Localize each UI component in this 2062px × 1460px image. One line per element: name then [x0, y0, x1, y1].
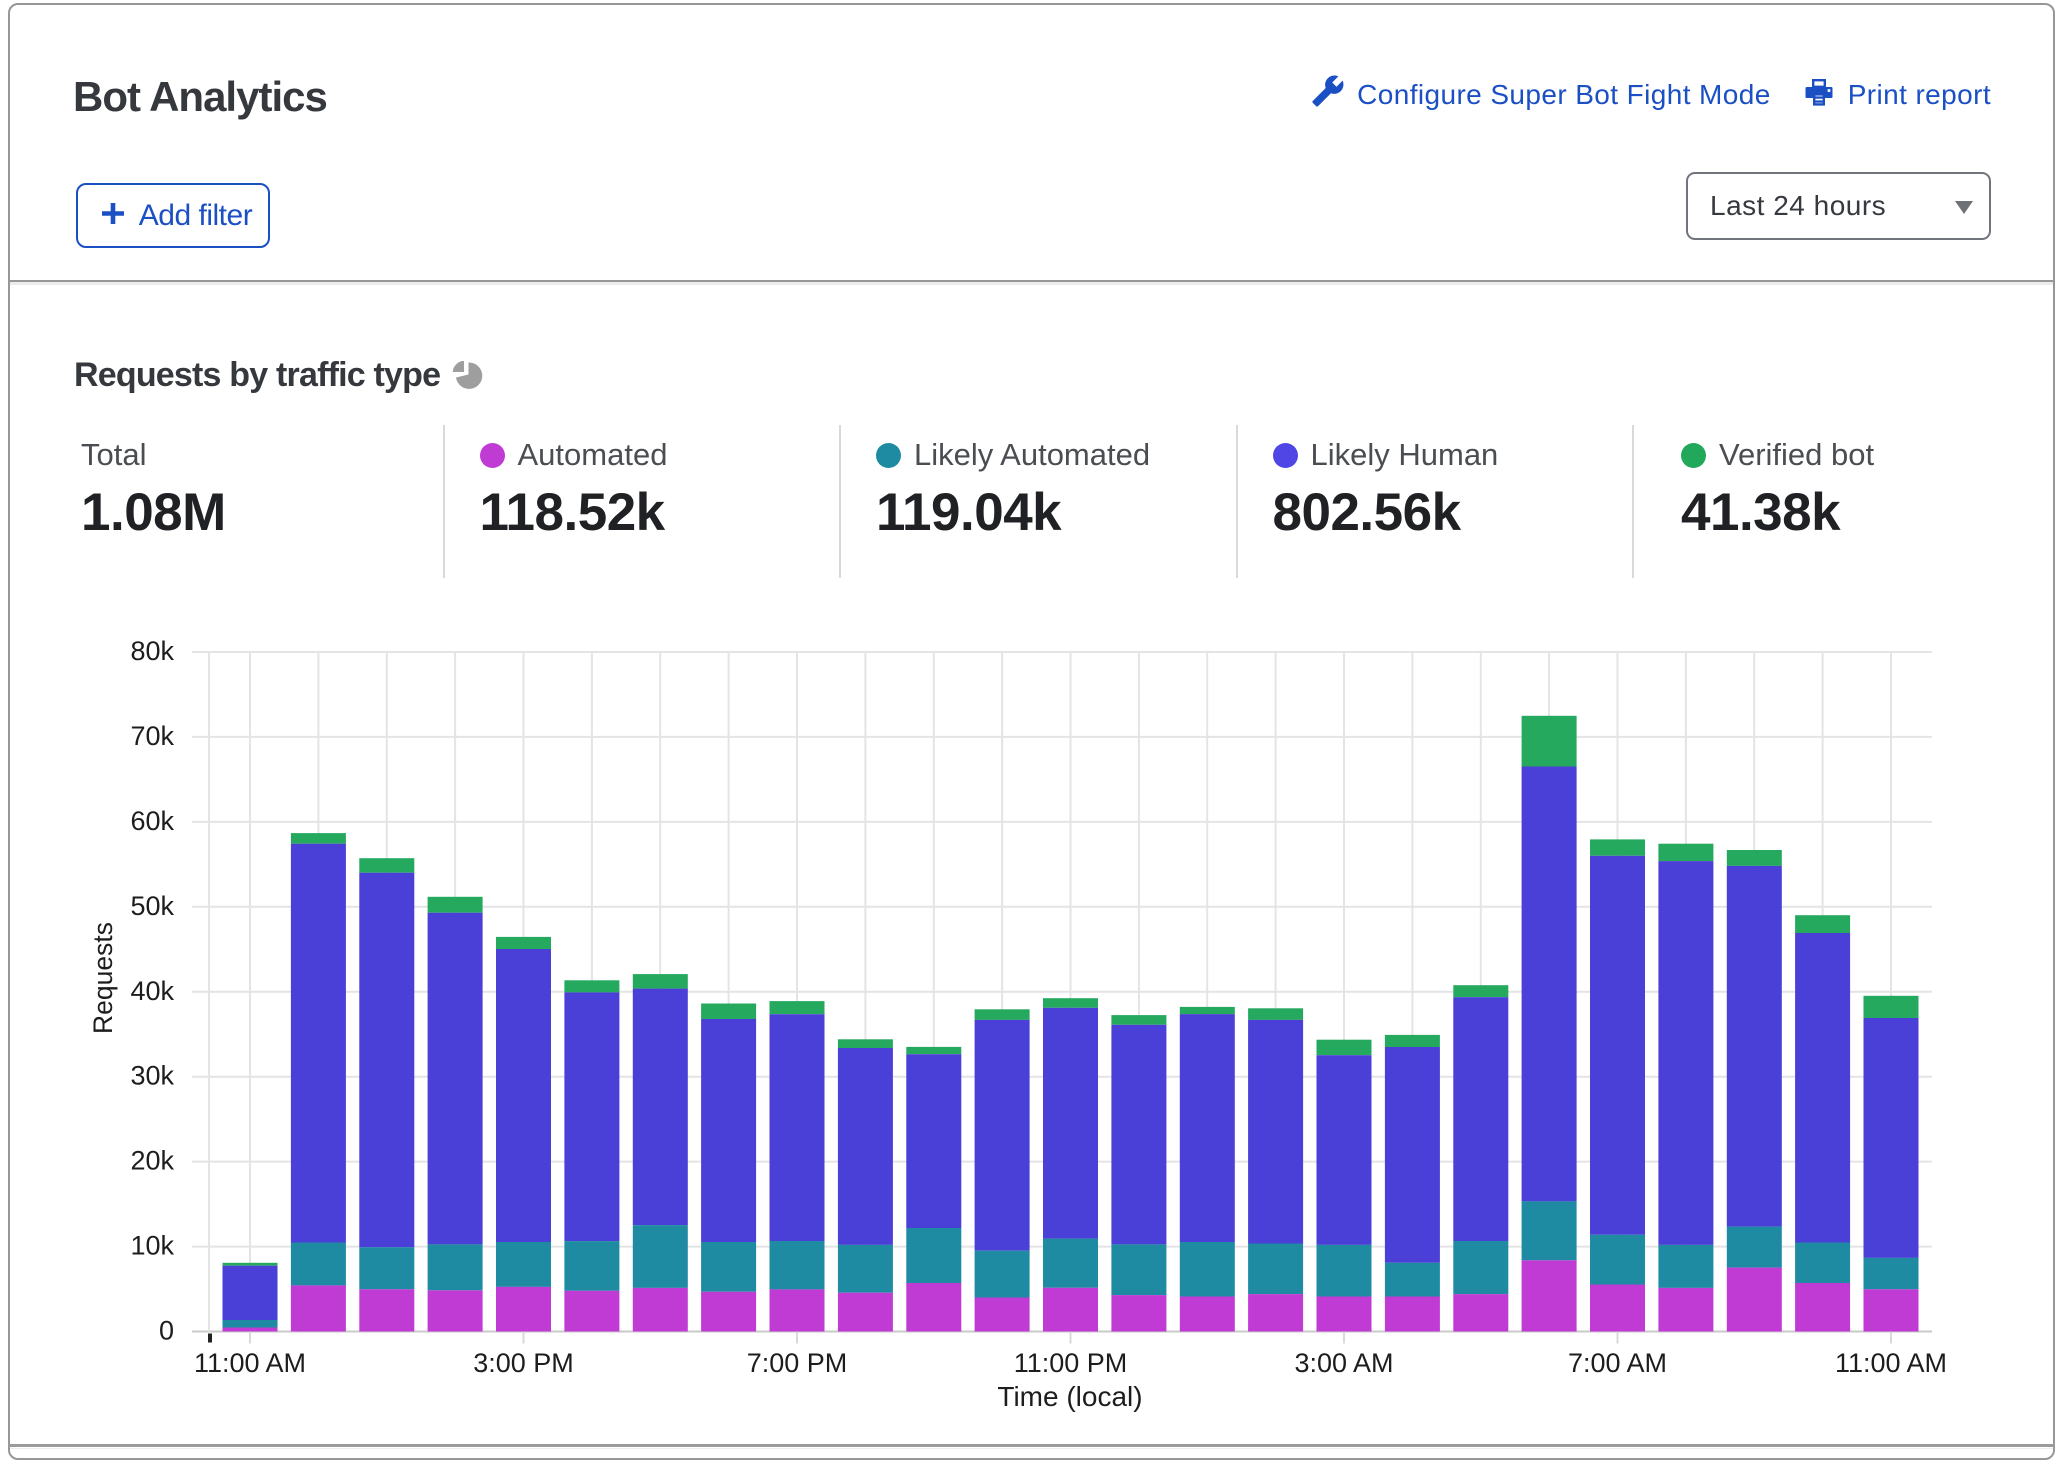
- svg-text:3:00 AM: 3:00 AM: [1294, 1348, 1393, 1378]
- svg-text:3:00 PM: 3:00 PM: [473, 1348, 574, 1378]
- svg-text:20k: 20k: [130, 1146, 174, 1176]
- svg-text:7:00 AM: 7:00 AM: [1568, 1348, 1667, 1378]
- svg-text:Requests: Requests: [88, 922, 118, 1034]
- svg-text:11:00 AM: 11:00 AM: [194, 1348, 306, 1378]
- svg-text:11:00 AM: 11:00 AM: [1835, 1348, 1947, 1378]
- svg-text:7:00 PM: 7:00 PM: [747, 1348, 848, 1378]
- svg-text:0: 0: [159, 1316, 174, 1346]
- svg-text:10k: 10k: [130, 1231, 174, 1261]
- svg-text:30k: 30k: [130, 1061, 174, 1091]
- svg-text:11:00 PM: 11:00 PM: [1014, 1348, 1128, 1378]
- svg-text:60k: 60k: [130, 806, 174, 836]
- svg-text:70k: 70k: [130, 721, 174, 751]
- svg-text:50k: 50k: [130, 891, 174, 921]
- svg-text:40k: 40k: [130, 976, 174, 1006]
- svg-text:80k: 80k: [130, 636, 174, 666]
- svg-text:Time (local): Time (local): [997, 1381, 1142, 1412]
